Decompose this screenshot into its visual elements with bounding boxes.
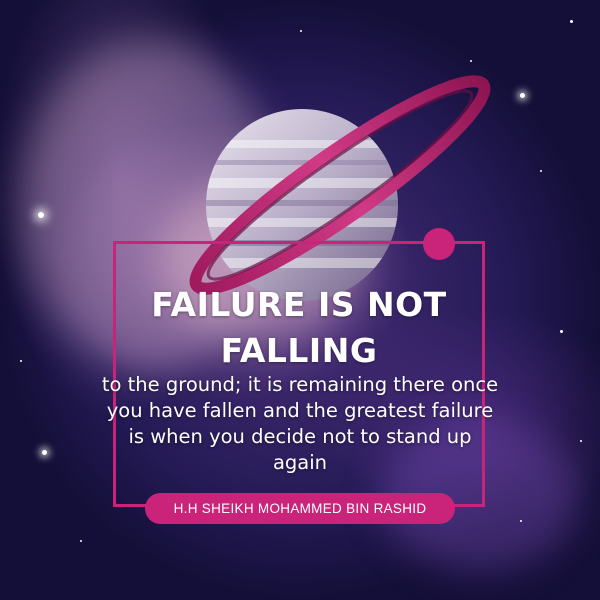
quote-headline: FAILURE IS NOT FALLING bbox=[151, 285, 447, 370]
accent-dot bbox=[423, 228, 455, 260]
quote-body: to the ground; it is remaining there onc… bbox=[101, 373, 499, 474]
author-badge: H.H SHEIKH MOHAMMED BIN RASHID bbox=[145, 493, 455, 524]
quote-card: FAILURE IS NOT FALLING to the ground; it… bbox=[0, 0, 600, 600]
